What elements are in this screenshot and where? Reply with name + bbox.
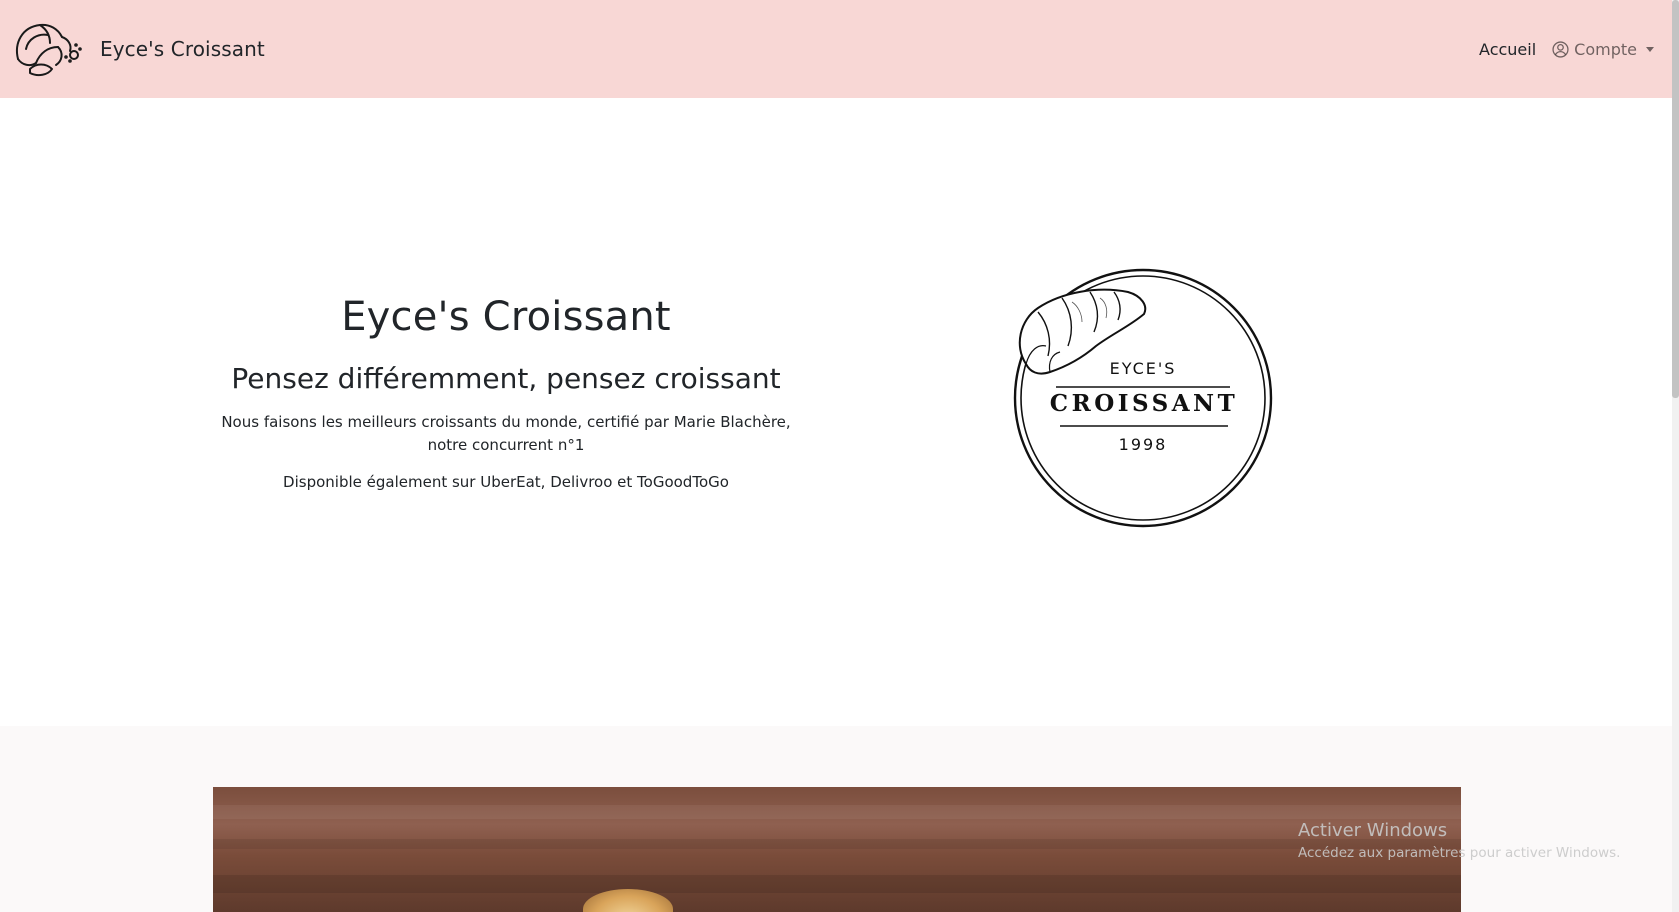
- badge-top-text: EYCE'S: [1110, 359, 1177, 378]
- watermark-title: Activer Windows: [1298, 820, 1448, 841]
- hero-availability: Disponible également sur UberEat, Delivr…: [283, 473, 729, 491]
- badge-year: 1998: [1119, 435, 1168, 454]
- hero-description: Nous faisons les meilleurs croissants du…: [221, 413, 791, 454]
- badge-main-text: CROISSANT: [1050, 390, 1238, 417]
- hero-section: Eyce's Croissant Pensez différemment, pe…: [0, 98, 1672, 726]
- account-dropdown[interactable]: Compte: [1552, 40, 1654, 59]
- hero-text: Eyce's Croissant Pensez différemment, pe…: [200, 294, 812, 491]
- croissant-logo-icon: [16, 23, 82, 77]
- croissant-photo: [213, 787, 1461, 912]
- page-scrollbar[interactable]: [1672, 0, 1679, 912]
- watermark-subtitle: Accédez aux paramètres pour activer Wind…: [1298, 845, 1621, 861]
- navbar: Eyce's Croissant Accueil Compte: [0, 0, 1672, 98]
- scrollbar-thumb[interactable]: [1672, 0, 1679, 398]
- brand-link[interactable]: Eyce's Croissant: [12, 19, 265, 79]
- caret-down-icon: [1646, 46, 1654, 52]
- brand-name: Eyce's Croissant: [100, 37, 265, 61]
- nav-links: Accueil Compte: [1479, 40, 1654, 59]
- account-label: Compte: [1574, 39, 1637, 59]
- hero-title: Eyce's Croissant: [341, 294, 671, 340]
- hero-subtitle: Pensez différemment, pensez croissant: [231, 362, 781, 395]
- user-circle-icon: [1552, 40, 1569, 58]
- windows-activation-watermark: Activer Windows Accédez aux paramètres p…: [1298, 820, 1620, 861]
- nav-home-link[interactable]: Accueil: [1479, 40, 1536, 59]
- croissant-badge-logo: EYCE'S CROISSANT 1998: [1013, 268, 1273, 528]
